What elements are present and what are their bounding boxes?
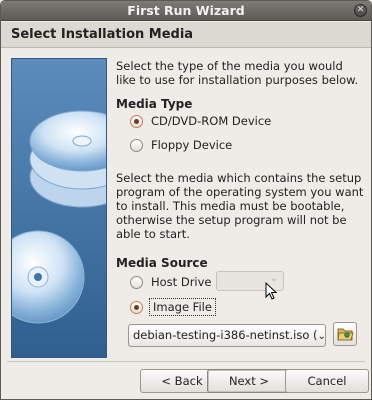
wizard-window: First Run Wizard ✕ Select Installation M… [0,0,372,400]
next-button[interactable]: Next > [207,369,291,393]
radio-indicator[interactable] [130,275,143,289]
image-file-value: debian-testing-i386-netinst.iso ( [133,328,318,342]
window-title: First Run Wizard [127,3,245,18]
media-type-heading: Media Type [116,97,193,111]
wizard-artwork [11,58,107,358]
radio-indicator[interactable] [130,300,143,314]
radio-label: Floppy Device [151,138,233,152]
radio-cd-dvd[interactable]: CD/DVD-ROM Device [130,113,271,129]
radio-indicator[interactable] [130,114,143,128]
cancel-button[interactable]: Cancel [285,369,369,393]
media-source-heading: Media Source [116,256,208,270]
radio-indicator[interactable] [130,138,143,152]
media-source-text: Select the media which contains the setu… [116,171,364,241]
radio-host-drive[interactable]: Host Drive [130,274,212,290]
image-file-select[interactable]: debian-testing-i386-netinst.iso (⌄) [128,324,326,347]
choose-image-button[interactable] [333,322,357,346]
radio-image-file[interactable]: Image File [130,298,216,316]
button-separator [7,361,365,362]
title-bar[interactable]: First Run Wizard ✕ [1,1,371,21]
chevron-down-icon: ⌄) [317,331,326,342]
radio-label: CD/DVD-ROM Device [151,114,272,128]
disc-stack-icon [12,59,106,357]
radio-label: Image File [149,298,216,316]
radio-floppy[interactable]: Floppy Device [130,137,232,153]
page-title: Select Installation Media [11,27,194,42]
close-icon: ✕ [356,5,365,15]
folder-open-icon [337,328,354,341]
radio-label: Host Drive [151,275,212,289]
page-header: Select Installation Media [1,22,371,48]
intro-text: Select the type of the media you would l… [116,59,359,87]
close-button[interactable]: ✕ [354,4,367,17]
mouse-cursor-icon [265,282,277,300]
